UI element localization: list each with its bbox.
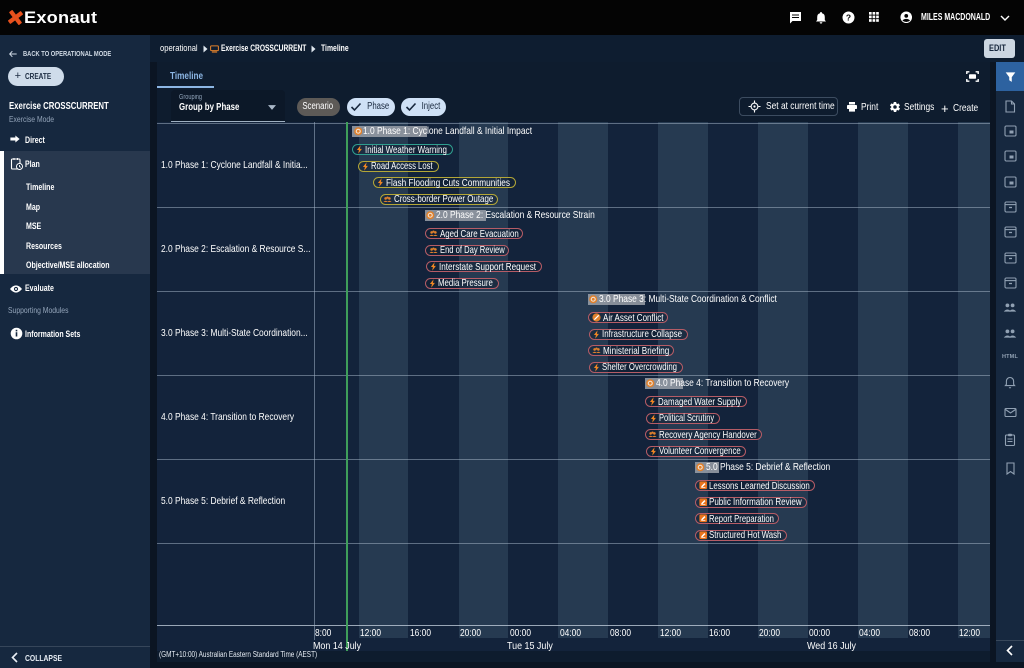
svg-text:?: ? [845,12,850,22]
